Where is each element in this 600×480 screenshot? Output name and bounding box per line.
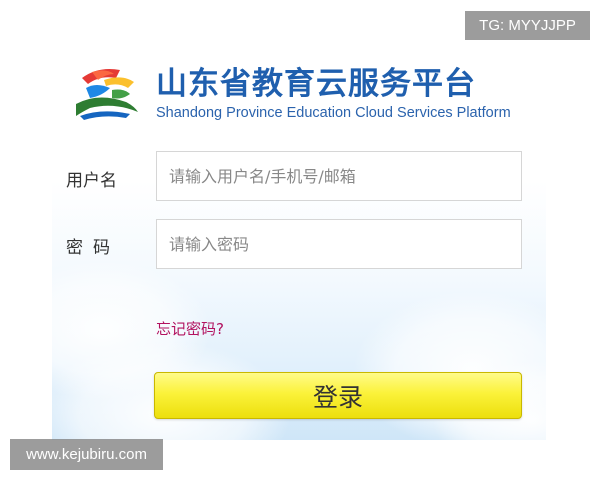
password-input[interactable] xyxy=(156,219,522,269)
login-page: 山东省教育云服务平台 Shandong Province Education C… xyxy=(0,0,600,480)
password-label: 密码 xyxy=(66,238,120,258)
platform-title-cn: 山东省教育云服务平台 xyxy=(156,66,476,102)
login-panel: 山东省教育云服务平台 Shandong Province Education C… xyxy=(52,40,546,440)
watermark-site: www.kejubiru.com xyxy=(10,439,163,470)
platform-title-en: Shandong Province Education Cloud Servic… xyxy=(156,105,511,121)
username-input[interactable] xyxy=(156,151,522,201)
login-button[interactable]: 登录 xyxy=(154,372,522,419)
sd-education-cloud-logo-icon xyxy=(76,69,138,120)
forgot-password-link[interactable]: 忘记密码? xyxy=(156,318,224,339)
watermark-tg: TG: MYYJJPP xyxy=(465,11,590,40)
username-label: 用户名 xyxy=(66,171,117,191)
